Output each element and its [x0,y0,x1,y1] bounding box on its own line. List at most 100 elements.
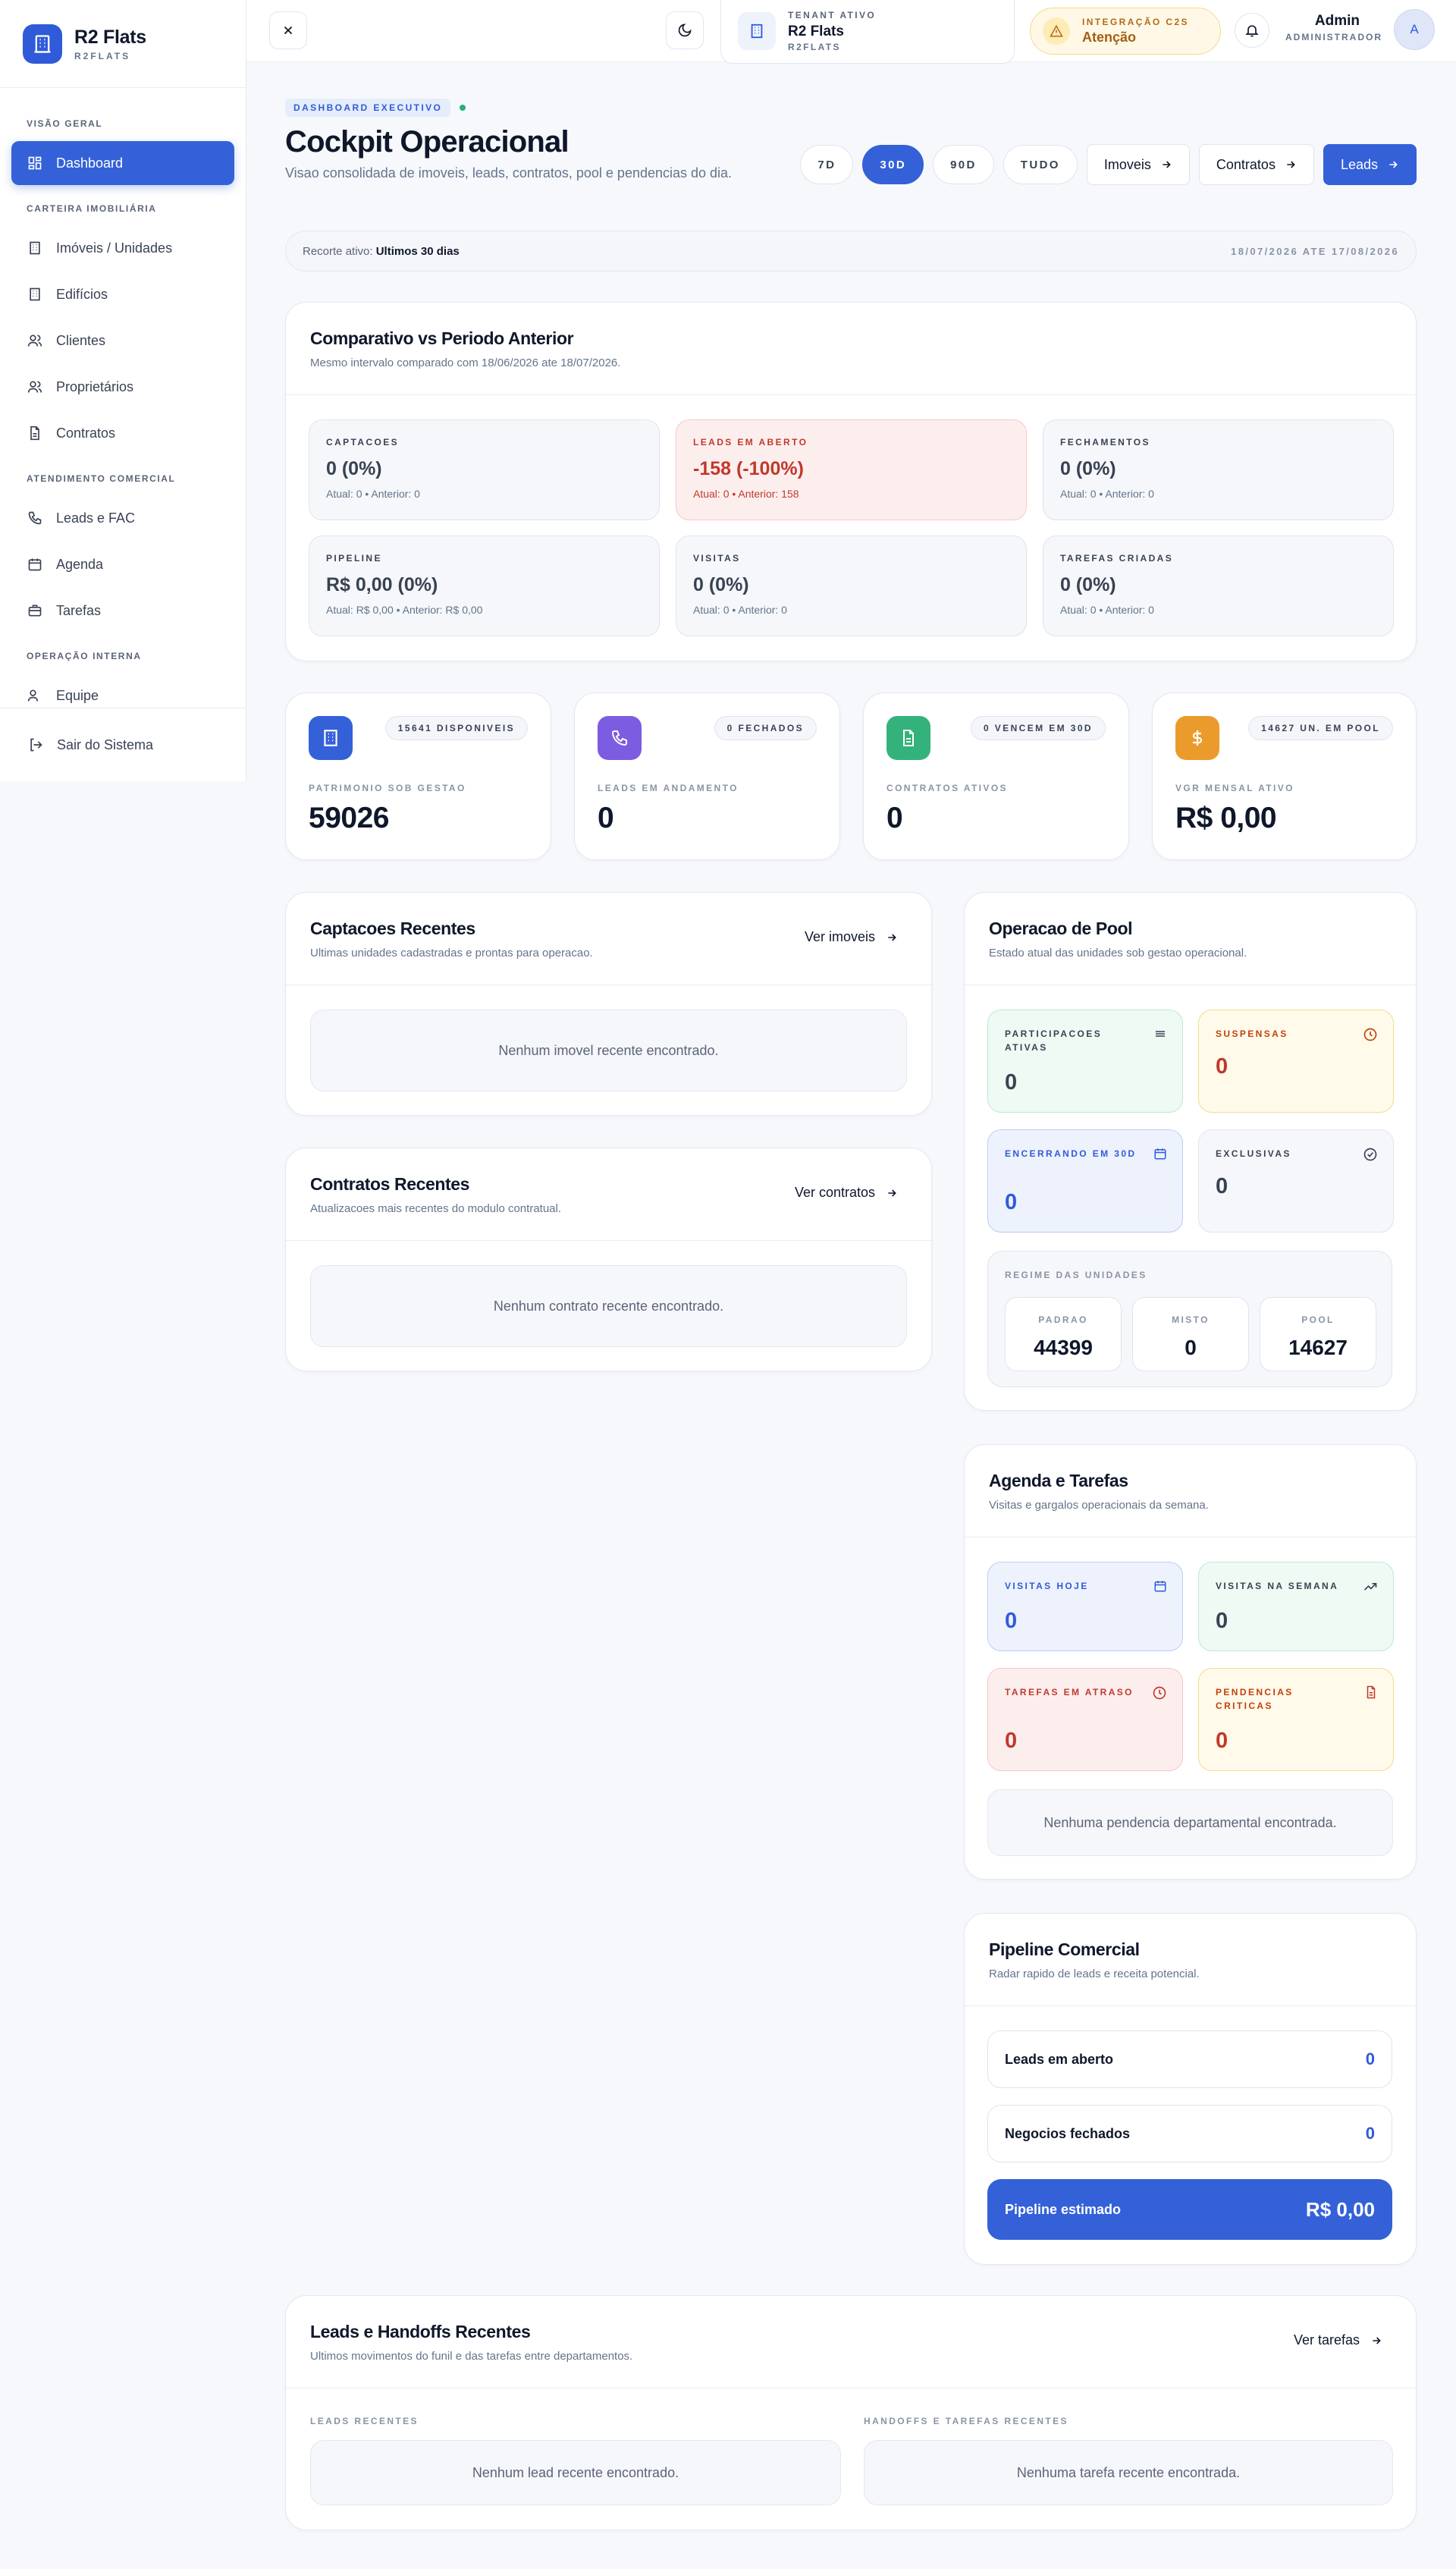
sidebar-item-label: Equipe [56,687,99,703]
phone-icon [598,716,642,760]
ver-contratos-link[interactable]: Ver contratos [795,1185,898,1201]
tile-value: 0 [1216,1729,1228,1753]
page-title: Cockpit Operacional [285,125,570,159]
calendar-icon [1154,1581,1166,1592]
empty-state: Nenhum imovel recente encontrado. [310,1010,907,1091]
calendar-icon [28,558,42,571]
empty-state: Nenhuma pendencia departamental encontra… [987,1789,1393,1856]
sidebar-item-label: Dashboard [56,155,124,171]
agenda-pendencias: PENDENCIAS CRITICAS 0 [1198,1668,1394,1771]
dollar-icon [1175,716,1219,760]
sidebar-item-tarefas[interactable]: Tarefas [11,589,234,633]
eyebrow: DASHBOARD EXECUTIVO [285,99,466,117]
sidebar-item-edificios[interactable]: Edifícios [11,272,234,316]
leads-link-button[interactable]: Leads [1323,144,1417,185]
grid-icon [28,156,42,170]
range-90d[interactable]: 90D [933,145,994,184]
pool-participacoes: PARTICIPACOES ATIVAS 0 [987,1010,1183,1113]
sidebar-item-proprietarios[interactable]: Proprietários [11,365,234,409]
agenda-tarefas-atraso: TAREFAS EM ATRASO 0 [987,1668,1183,1771]
notifications-button[interactable] [1235,13,1269,48]
link-label: Ver tarefas [1293,2332,1360,2348]
metric-meta: Atual: 0 • Anterior: 0 [1060,604,1154,616]
pool-exclusivas: EXCLUSIVAS 0 [1198,1129,1394,1233]
brand[interactable]: R2 Flats R2FLATS [0,0,246,88]
ver-imoveis-link[interactable]: Ver imoveis [805,929,898,945]
agenda-visitas-semana: VISITAS NA SEMANA 0 [1198,1562,1394,1651]
sidebar-item-leads[interactable]: Leads e FAC [11,496,234,540]
row-label: Negocios fechados [1005,2125,1131,2141]
pool-suspensas: SUSPENSAS 0 [1198,1010,1394,1113]
pool-card: Operacao de Pool Estado atual das unidad… [964,892,1417,1411]
imoveis-link-button[interactable]: Imoveis [1086,144,1190,185]
range-tudo[interactable]: TUDO [1003,145,1078,184]
integration-status[interactable]: INTEGRAÇÃO C2S Atenção [1030,8,1221,55]
sidebar-item-imoveis[interactable]: Imóveis / Unidades [11,226,234,270]
card-title: Comparativo vs Periodo Anterior [310,328,574,348]
users-icon [27,381,42,393]
arrow-right-icon [888,933,896,941]
card-title: Agenda e Tarefas [989,1471,1128,1490]
sidebar-item-label: Agenda [56,556,104,572]
tile-label: TAREFAS EM ATRASO [1005,1687,1134,1697]
nav-section-carteira: CARTEIRA IMOBILIÁRIA [27,203,157,214]
ver-tarefas-link[interactable]: Ver tarefas [1294,2332,1382,2348]
arrow-right-icon [1389,161,1398,168]
tile-label: PENDENCIAS CRITICAS [1216,1687,1294,1711]
range-7d[interactable]: 7D [800,145,854,184]
card-subtitle: Estado atual das unidades sob gestao ope… [989,947,1247,959]
pipeline-card: Pipeline Comercial Radar rapido de leads… [964,1913,1417,2265]
tile-value: 0 [1005,1609,1018,1633]
integration-value: Atenção [1082,30,1137,45]
leads-recentes-label: LEADS RECENTES [310,2416,419,2426]
calendar-icon [1154,1148,1166,1160]
tile-value: 0 [1216,1174,1228,1198]
sidebar-item-clientes[interactable]: Clientes [11,319,234,363]
imoveis-link-label: Imoveis [1103,156,1151,172]
kpi-value: 0 [598,802,614,834]
range-30d[interactable]: 30D [862,145,924,184]
sidebar-item-dashboard[interactable]: Dashboard [11,141,234,185]
active-period-label: Recorte ativo: [303,244,373,258]
kpi-badge: 0 VENCEM EM 30D [970,716,1106,740]
leads-handoffs-card: Leads e Handoffs Recentes Ultimos movime… [285,2295,1417,2530]
sidebar-item-contratos[interactable]: Contratos [11,411,234,455]
kpi-leads: 0 FECHADOS LEADS EM ANDAMENTO 0 [574,692,840,860]
comparison-visitas: VISITAS 0 (0%) Atual: 0 • Anterior: 0 [676,535,1027,636]
layers-icon [1156,1031,1165,1037]
regime-box-label: PADRAO [1038,1314,1088,1325]
kpi-label: CONTRATOS ATIVOS [886,783,1008,793]
close-sidebar-button[interactable] [269,11,307,49]
handoffs-label: HANDOFFS E TAREFAS RECENTES [864,2416,1068,2426]
pipeline-estimado: Pipeline estimado R$ 0,00 [987,2179,1392,2240]
eyebrow-tag: DASHBOARD EXECUTIVO [285,99,451,117]
logout-button[interactable]: Sair do Sistema [0,708,246,781]
active-period: Recorte ativo: Ultimos 30 dias [303,245,460,258]
clock-icon [1153,1686,1166,1700]
card-subtitle: Visitas e gargalos operacionais da seman… [989,1499,1209,1512]
building-icon [30,241,40,255]
clock-icon [1363,1028,1377,1041]
empty-state: Nenhum contrato recente encontrado. [310,1265,907,1347]
card-subtitle: Atualizacoes mais recentes do modulo con… [310,1202,562,1215]
sidebar-item-agenda[interactable]: Agenda [11,542,234,586]
contratos-link-button[interactable]: Contratos [1198,144,1314,185]
trending-up-icon [1363,1583,1377,1591]
regime-box-label: MISTO [1172,1314,1210,1325]
tenant-name: R2 Flats [788,24,844,39]
regime-box-value: 14627 [1288,1336,1348,1359]
sidebar-item-label: Proprietários [56,378,134,394]
tile-label: VISITAS NA SEMANA [1216,1581,1339,1591]
theme-toggle-button[interactable] [666,11,704,49]
metric-label: VISITAS [693,553,741,564]
topbar: TENANT ATIVO R2 Flats R2FLATS INTEGRAÇÃO… [246,0,1456,64]
sidebar-item-label: Edifícios [56,286,108,302]
metric-value: -158 (-100%) [693,458,804,479]
avatar[interactable]: A [1394,9,1435,50]
link-label: Ver imoveis [804,929,875,944]
metric-label: PIPELINE [326,553,382,564]
sidebar-item-label: Contratos [56,425,116,441]
tenant-selector[interactable]: TENANT ATIVO R2 Flats R2FLATS [720,0,1015,64]
regime-misto: MISTO 0 [1132,1297,1249,1371]
warning-icon [1043,17,1070,45]
